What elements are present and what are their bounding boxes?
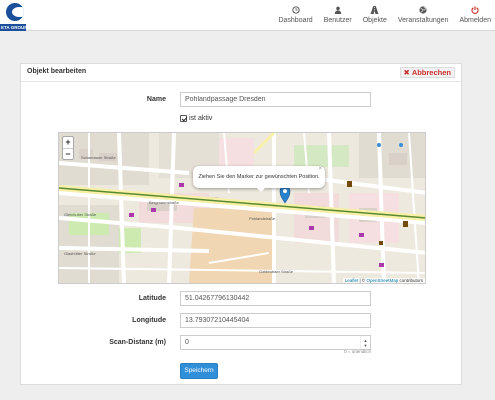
company-logo[interactable]: ETA GROUP — [0, 0, 26, 31]
nav-label-abmelden: Abmelden — [459, 17, 491, 24]
scan-distance-field[interactable]: ▲ ▼ — [180, 335, 371, 350]
nav-item-objekte[interactable]: Objekte — [363, 5, 387, 25]
zoom-in-button[interactable]: + — [63, 137, 73, 148]
scan-distance-input[interactable] — [181, 336, 356, 349]
map-tiles[interactable]: Schandauer Straße Gleichulter Straße Poh… — [59, 133, 426, 284]
active-checkbox[interactable]: ist aktiv — [180, 115, 212, 122]
globe-icon — [418, 5, 428, 15]
edit-object-panel: Objekt bearbeiten ✖ Abbrechen Name ist a… — [20, 63, 462, 385]
nav-item-dashboard[interactable]: Dashboard — [278, 5, 313, 25]
cancel-label: Abbrechen — [411, 67, 451, 77]
scan-distance-hint: 0 = unendlich — [344, 349, 371, 354]
nav-label-veranstaltungen: Veranstaltungen — [397, 17, 449, 24]
name-input[interactable] — [180, 92, 371, 107]
number-stepper[interactable]: ▲ ▼ — [360, 336, 370, 349]
road-icon — [370, 5, 380, 15]
svg-text:Gottleubaer Straße: Gottleubaer Straße — [259, 269, 294, 274]
longitude-label: Longitude — [132, 317, 166, 324]
nav-item-benutzer[interactable]: Benutzer — [324, 5, 352, 25]
checkbox-box[interactable] — [180, 115, 187, 122]
nav-label-dashboard: Dashboard — [278, 17, 313, 24]
panel-header: Objekt bearbeiten ✖ Abbrechen — [21, 64, 461, 82]
latitude-label: Latitude — [138, 295, 166, 302]
nav-item-abmelden[interactable]: Abmelden — [459, 5, 491, 25]
svg-text:Schandauer Straße: Schandauer Straße — [81, 155, 116, 160]
zoom-control: + − — [62, 136, 74, 160]
active-label: ist aktiv — [189, 115, 213, 122]
nav-item-veranstaltungen[interactable]: Veranstaltungen — [397, 5, 449, 25]
svg-text:Glashütter Straße: Glashütter Straße — [64, 251, 96, 256]
svg-text:Gleichulter Straße: Gleichulter Straße — [64, 212, 97, 217]
clock-icon — [291, 5, 301, 15]
close-icon: ✖ — [403, 67, 410, 77]
cancel-button[interactable]: ✖ Abbrechen — [399, 67, 455, 78]
top-navbar: ETA GROUP Dashboard Benutzer Objekte Ver… — [0, 0, 495, 31]
zoom-out-button[interactable]: − — [63, 148, 73, 159]
svg-text:Bergmannstraße: Bergmannstraße — [149, 200, 180, 205]
longitude-input[interactable] — [180, 313, 371, 328]
user-icon — [333, 5, 343, 15]
nav-menu: Dashboard Benutzer Objekte Veranstaltung… — [267, 5, 491, 25]
name-label: Name — [146, 96, 166, 103]
map-popup: Ziehen Sie den Marker zur gewünschten Po… — [193, 166, 325, 192]
svg-text:Pohlandstraße: Pohlandstraße — [249, 216, 276, 221]
attribution-tail: contributors — [398, 278, 423, 283]
chevron-down-icon[interactable]: ▼ — [364, 343, 368, 348]
popup-text: Ziehen Sie den Marker zur gewünschten Po… — [198, 174, 320, 180]
leaflet-link[interactable]: Leaflet — [345, 278, 359, 283]
logo-mark — [6, 3, 24, 21]
popup-close-button[interactable]: × — [318, 158, 322, 180]
nav-label-objekte: Objekte — [362, 17, 387, 24]
scan-distance-label: Scan-Distanz (m) — [109, 339, 166, 346]
latitude-input[interactable] — [180, 291, 371, 306]
nav-label-benutzer: Benutzer — [323, 17, 352, 24]
logo-text: ETA GROUP — [0, 24, 26, 31]
panel-title: Objekt bearbeiten — [27, 68, 87, 75]
save-button[interactable]: Speichern — [180, 363, 218, 379]
location-map[interactable]: Schandauer Straße Gleichulter Straße Poh… — [58, 132, 426, 284]
map-attribution: Leaflet | © OpenStreetMap contributors — [342, 278, 425, 283]
power-icon — [470, 5, 480, 15]
osm-link[interactable]: OpenStreetMap — [366, 278, 398, 283]
